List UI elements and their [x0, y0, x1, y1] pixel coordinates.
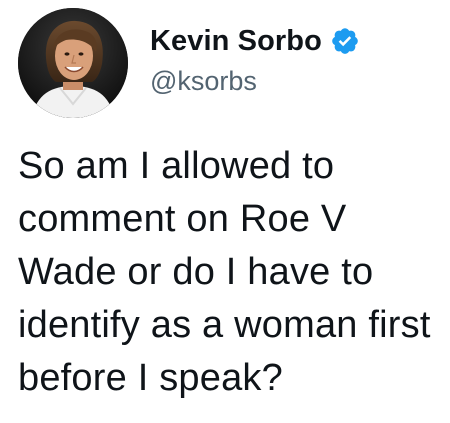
- tweet-header: Kevin Sorbo @ksorbs: [18, 8, 360, 120]
- name-row: Kevin Sorbo: [150, 22, 360, 60]
- verified-badge-icon: [330, 26, 360, 56]
- tweet-card: Kevin Sorbo @ksorbs So am I allowed to c…: [0, 0, 450, 423]
- author-avatar[interactable]: [18, 8, 128, 118]
- author-display-name[interactable]: Kevin Sorbo: [150, 25, 322, 58]
- avatar-photo-icon: [18, 8, 128, 118]
- author-handle[interactable]: @ksorbs: [150, 66, 360, 97]
- author-names: Kevin Sorbo @ksorbs: [150, 22, 360, 97]
- tweet-text: So am I allowed to comment on Roe V Wade…: [18, 145, 431, 399]
